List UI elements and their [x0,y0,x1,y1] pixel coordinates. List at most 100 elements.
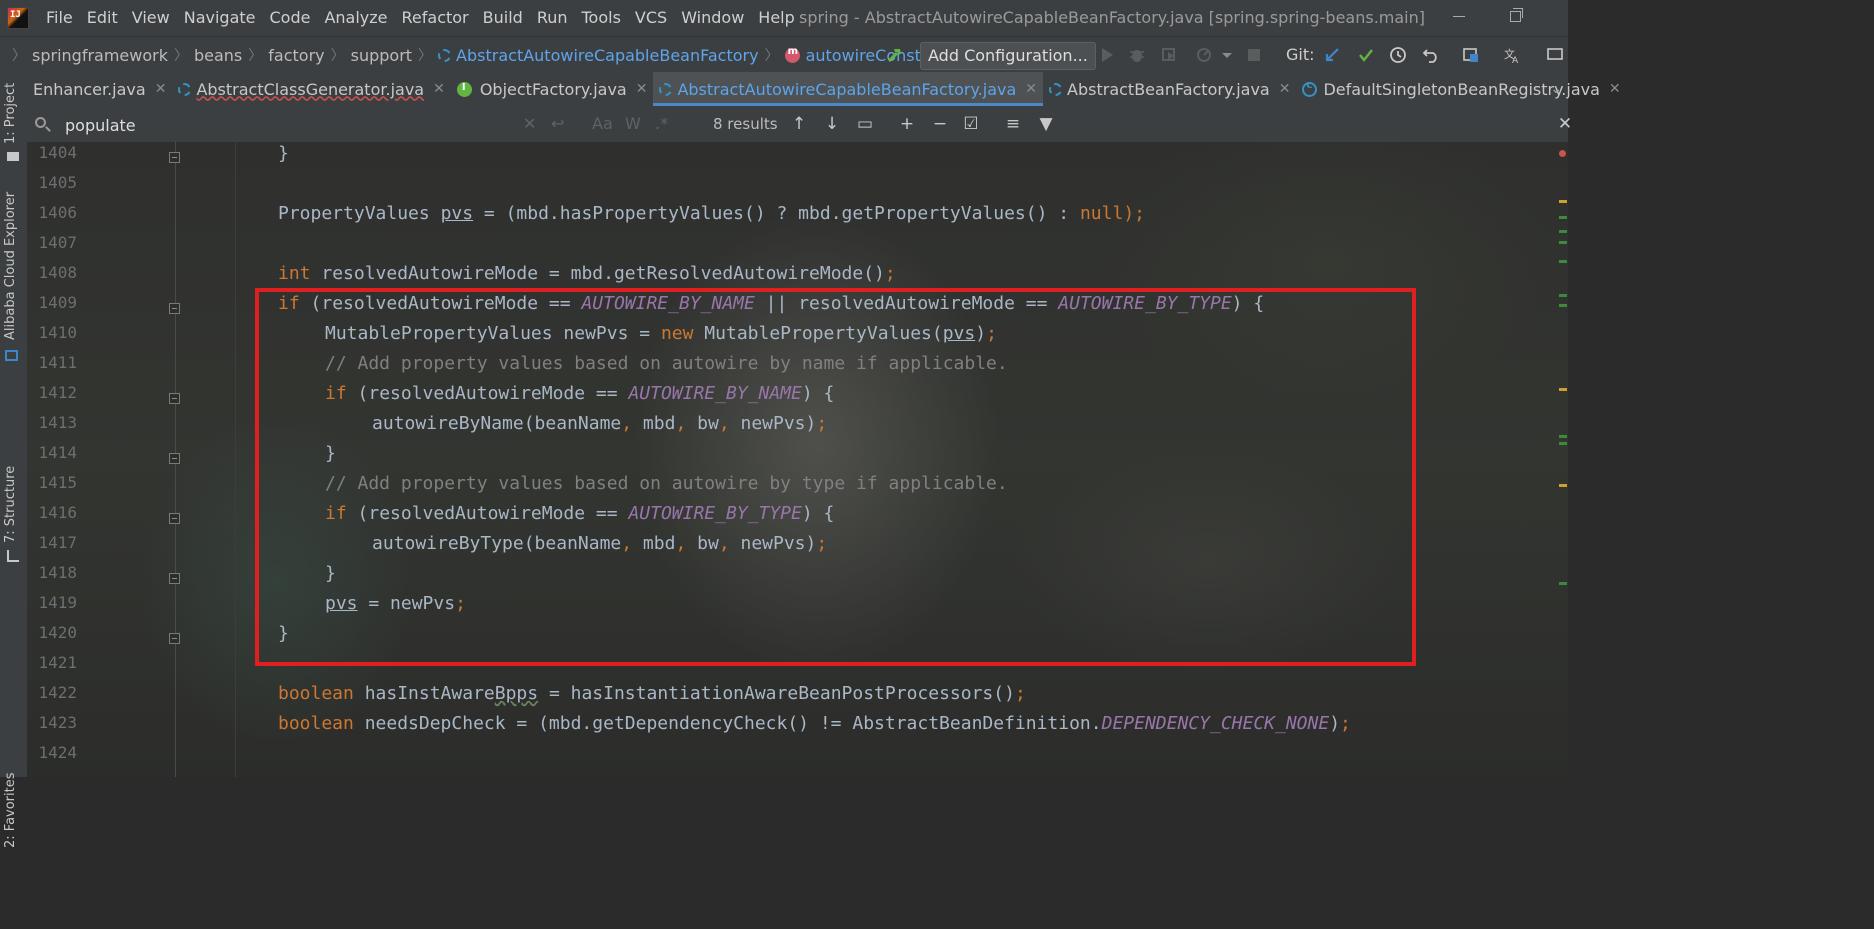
fold-marker-icon[interactable] [169,303,180,314]
line-number: 1416 [38,503,77,522]
scroll-marker[interactable] [1559,484,1567,487]
error-stripe[interactable] [1558,142,1568,777]
scroll-marker[interactable] [1559,200,1567,203]
arrow-down-icon[interactable]: ↓ [823,115,841,133]
arrow-up-icon[interactable]: ↑ [790,115,808,133]
breadcrumb-support[interactable]: support [351,46,412,65]
line-number: 1417 [38,533,77,552]
breadcrumb-beans[interactable]: beans [194,46,242,65]
rollback-icon[interactable] [1422,46,1440,64]
words-toggle[interactable]: W [625,106,641,142]
scroll-marker[interactable] [1559,442,1567,445]
scroll-marker[interactable] [1559,304,1567,307]
tab-enhancer[interactable]: Enhancer.java ✕ [27,72,172,106]
scroll-marker[interactable] [1559,230,1567,233]
menu-window[interactable]: Window [674,0,751,36]
tab-abstract-bean-factory[interactable]: AbstractBeanFactory.java ✕ [1043,72,1296,106]
fold-marker-icon[interactable] [169,573,180,584]
scroll-marker[interactable] [1559,260,1567,263]
close-icon[interactable]: ✕ [1025,81,1037,97]
breadcrumb-class[interactable]: AbstractAutowireCapableBeanFactory [438,46,759,65]
coverage-icon[interactable] [1160,46,1178,64]
folder-icon [7,152,19,161]
close-icon[interactable]: ✕ [433,81,445,97]
menu-vcs[interactable]: VCS [628,0,674,36]
clear-search-icon[interactable]: ✕ [523,106,536,142]
tab-label: Enhancer.java [33,79,146,99]
fold-marker-icon[interactable] [169,152,180,163]
history-icon[interactable] [1389,46,1407,64]
stop-icon[interactable] [1245,46,1263,64]
menu-code[interactable]: Code [263,0,318,36]
close-icon[interactable]: ✕ [636,81,648,97]
error-indicator-icon[interactable] [1559,150,1566,157]
scroll-marker[interactable] [1559,216,1567,219]
menu-build[interactable]: Build [476,0,530,36]
project-structure-icon[interactable] [1462,46,1480,64]
menu-edit[interactable]: Edit [80,0,125,36]
tab-abstract-autowire-capable-bean-factory[interactable]: AbstractAutowireCapableBeanFactory.java … [653,72,1044,106]
close-icon[interactable]: ✕ [1279,81,1291,97]
menu-tools[interactable]: Tools [575,0,628,36]
fold-marker-icon[interactable] [169,393,180,404]
menu-help[interactable]: Help [751,0,801,36]
tab-abstract-class-generator[interactable]: AbstractClassGenerator.java ✕ [172,72,450,106]
filter-icon[interactable]: ▼ [1037,115,1055,133]
restore-window-icon[interactable] [1510,8,1523,22]
annotation-highlight-box [255,288,1416,666]
scroll-marker[interactable] [1559,435,1567,438]
build-hammer-icon[interactable] [886,46,904,64]
select-all-icon[interactable]: ☑ [962,115,980,133]
debug-icon[interactable] [1128,46,1146,64]
menu-run[interactable]: Run [530,0,575,36]
scroll-marker[interactable] [1559,388,1567,391]
select-all-occurrences-icon[interactable]: ▭ [856,115,874,133]
fold-marker-icon[interactable] [169,453,180,464]
minimize-icon[interactable] [1453,9,1467,23]
breadcrumb-separator-icon: 〉 [173,48,188,64]
remove-selection-icon[interactable]: − [931,115,949,133]
scroll-marker[interactable] [1559,582,1567,585]
add-selection-icon[interactable]: + [898,115,916,133]
profile-icon[interactable] [1195,46,1213,64]
presentation-icon[interactable] [1546,46,1564,64]
line-number: 1420 [38,623,77,642]
close-icon[interactable]: ✕ [155,81,167,97]
chevron-down-icon[interactable] [1218,46,1236,64]
search-results-count: 8 results [713,115,778,133]
breadcrumb-springframework[interactable]: springframework [32,46,168,65]
search-input[interactable] [63,112,547,138]
add-configuration-button[interactable]: Add Configuration... [920,42,1096,70]
regex-toggle[interactable]: .* [655,106,668,142]
close-icon[interactable]: ✕ [1609,81,1621,97]
line-number: 1424 [38,743,77,762]
favorites-tool-tab[interactable]: 2: Favorites [3,772,18,848]
project-tool-tab[interactable]: 1: Project [3,83,18,144]
menu-file[interactable]: File [39,0,80,36]
menu-refactor[interactable]: Refactor [395,0,476,36]
fold-marker-icon[interactable] [169,633,180,644]
tab-default-singleton-bean-registry[interactable]: DefaultSingletonBeanRegistry.java ✕ [1296,72,1626,106]
history-search-icon[interactable]: ↩ [551,106,564,142]
tab-object-factory[interactable]: ObjectFactory.java ✕ [451,72,654,106]
git-commit-icon[interactable] [1357,46,1375,64]
close-icon[interactable]: ✕ [1556,115,1574,133]
tab-label: AbstractClassGenerator.java [196,79,425,99]
chevron-down-icon[interactable]: ⌄ [1550,72,1562,106]
menu-view[interactable]: View [125,0,177,36]
translate-icon[interactable]: 文A [1503,46,1521,64]
breadcrumb-factory[interactable]: factory [268,46,324,65]
scroll-marker[interactable] [1559,241,1567,244]
alibaba-cloud-explorer-tab[interactable]: Alibaba Cloud Explorer [3,192,18,340]
run-icon[interactable] [1098,46,1116,64]
menu-analyze[interactable]: Analyze [317,0,394,36]
fold-marker-icon[interactable] [169,513,180,524]
structure-tool-tab[interactable]: 7: Structure [3,466,18,543]
scroll-marker[interactable] [1559,294,1567,297]
code-editor[interactable]: 1404 1405 1406 1407 1408 1409 1410 1411 … [27,142,1568,777]
match-case-toggle[interactable]: Aa [592,106,613,142]
method-icon [784,46,800,63]
multiline-icon[interactable]: ≡ [1004,115,1022,133]
git-update-icon[interactable] [1323,46,1341,64]
menu-navigate[interactable]: Navigate [177,0,263,36]
